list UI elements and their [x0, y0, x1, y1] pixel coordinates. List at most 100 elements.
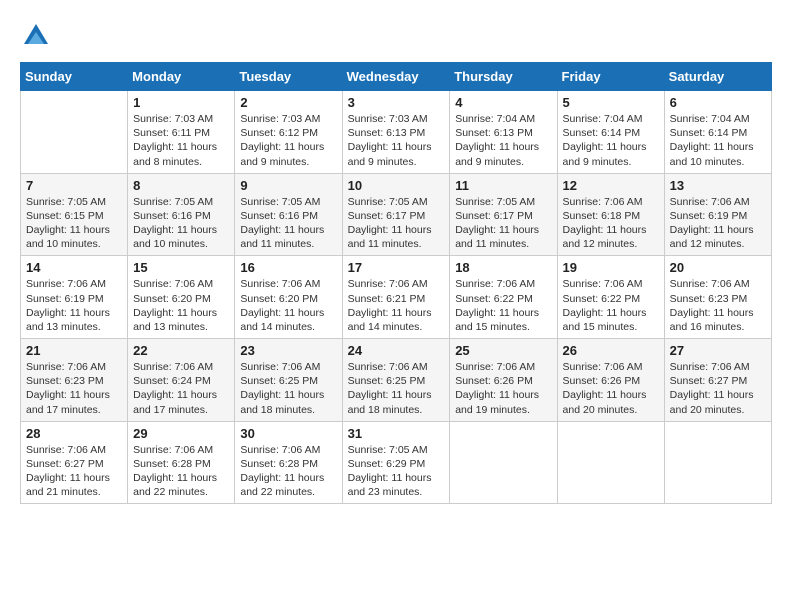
- calendar-cell: 30 Sunrise: 7:06 AMSunset: 6:28 PMDayligh…: [235, 421, 342, 504]
- calendar-cell: 26Sunrise: 7:06 AMSunset: 6:26 PMDayligh…: [557, 339, 664, 422]
- day-info: Sunrise: 7:06 AMSunset: 6:28 PMDaylight:…: [133, 443, 229, 500]
- day-number: 10: [348, 178, 445, 193]
- day-info: Sunrise: 7:05 AMSunset: 6:16 PMDaylight:…: [133, 195, 229, 252]
- day-info: Sunrise: 7:03 AMSunset: 6:11 PMDaylight:…: [133, 112, 229, 169]
- day-number: 7: [26, 178, 122, 193]
- day-info: Sunrise: 7:04 AMSunset: 6:14 PMDaylight:…: [670, 112, 766, 169]
- day-info: Sunrise: 7:06 AMSunset: 6:23 PMDaylight:…: [26, 360, 122, 417]
- day-number: 30: [240, 426, 336, 441]
- day-number: 6: [670, 95, 766, 110]
- day-header-friday: Friday: [557, 63, 664, 91]
- day-info: Sunrise: 7:06 AMSunset: 6:18 PMDaylight:…: [563, 195, 659, 252]
- day-info: Sunrise: 7:04 AMSunset: 6:13 PMDaylight:…: [455, 112, 551, 169]
- day-header-wednesday: Wednesday: [342, 63, 450, 91]
- day-info: Sunrise: 7:06 AMSunset: 6:19 PMDaylight:…: [670, 195, 766, 252]
- day-info: Sunrise: 7:06 AMSunset: 6:22 PMDaylight:…: [455, 277, 551, 334]
- day-number: 12: [563, 178, 659, 193]
- day-number: 1: [133, 95, 229, 110]
- day-number: 11: [455, 178, 551, 193]
- calendar-cell: [557, 421, 664, 504]
- day-info: Sunrise: 7:06 AMSunset: 6:20 PMDaylight:…: [240, 277, 336, 334]
- day-number: 5: [563, 95, 659, 110]
- calendar-cell: [21, 91, 128, 174]
- day-number: 4: [455, 95, 551, 110]
- calendar-cell: 10 Sunrise: 7:05 AMSunset: 6:17 PMDayligh…: [342, 173, 450, 256]
- calendar-cell: 5 Sunrise: 7:04 AMSunset: 6:14 PMDaylight…: [557, 91, 664, 174]
- day-header-sunday: Sunday: [21, 63, 128, 91]
- day-info: Sunrise: 7:05 AMSunset: 6:17 PMDaylight:…: [348, 195, 445, 252]
- day-info: Sunrise: 7:05 AMSunset: 6:15 PMDaylight:…: [26, 195, 122, 252]
- calendar-cell: 14Sunrise: 7:06 AMSunset: 6:19 PMDayligh…: [21, 256, 128, 339]
- calendar-cell: 23 Sunrise: 7:06 AMSunset: 6:25 PMDayligh…: [235, 339, 342, 422]
- day-info: Sunrise: 7:06 AMSunset: 6:21 PMDaylight:…: [348, 277, 445, 334]
- day-info: Sunrise: 7:06 AMSunset: 6:23 PMDaylight:…: [670, 277, 766, 334]
- logo: [20, 20, 56, 52]
- day-info: Sunrise: 7:06 AMSunset: 6:25 PMDaylight:…: [348, 360, 445, 417]
- calendar-cell: 22Sunrise: 7:06 AMSunset: 6:24 PMDayligh…: [128, 339, 235, 422]
- calendar-cell: 20 Sunrise: 7:06 AMSunset: 6:23 PMDayligh…: [664, 256, 771, 339]
- day-number: 22: [133, 343, 229, 358]
- calendar-cell: 19 Sunrise: 7:06 AMSunset: 6:22 PMDayligh…: [557, 256, 664, 339]
- calendar-cell: 29Sunrise: 7:06 AMSunset: 6:28 PMDayligh…: [128, 421, 235, 504]
- calendar-cell: 25 Sunrise: 7:06 AMSunset: 6:26 PMDayligh…: [450, 339, 557, 422]
- calendar-cell: 13Sunrise: 7:06 AMSunset: 6:19 PMDayligh…: [664, 173, 771, 256]
- day-number: 25: [455, 343, 551, 358]
- day-number: 16: [240, 260, 336, 275]
- calendar-cell: 18 Sunrise: 7:06 AMSunset: 6:22 PMDayligh…: [450, 256, 557, 339]
- calendar-cell: 7 Sunrise: 7:05 AMSunset: 6:15 PMDaylight…: [21, 173, 128, 256]
- day-header-saturday: Saturday: [664, 63, 771, 91]
- day-number: 19: [563, 260, 659, 275]
- day-info: Sunrise: 7:06 AMSunset: 6:20 PMDaylight:…: [133, 277, 229, 334]
- calendar-cell: [450, 421, 557, 504]
- day-number: 9: [240, 178, 336, 193]
- day-header-tuesday: Tuesday: [235, 63, 342, 91]
- calendar-cell: 9 Sunrise: 7:05 AMSunset: 6:16 PMDaylight…: [235, 173, 342, 256]
- day-info: Sunrise: 7:06 AMSunset: 6:28 PMDaylight:…: [240, 443, 336, 500]
- calendar-cell: 2 Sunrise: 7:03 AMSunset: 6:12 PMDaylight…: [235, 91, 342, 174]
- day-number: 8: [133, 178, 229, 193]
- day-number: 23: [240, 343, 336, 358]
- calendar-cell: 6 Sunrise: 7:04 AMSunset: 6:14 PMDaylight…: [664, 91, 771, 174]
- calendar-week-2: 7 Sunrise: 7:05 AMSunset: 6:15 PMDaylight…: [21, 173, 772, 256]
- page-header: [20, 20, 772, 52]
- calendar-week-5: 28 Sunrise: 7:06 AMSunset: 6:27 PMDayligh…: [21, 421, 772, 504]
- calendar-cell: 24 Sunrise: 7:06 AMSunset: 6:25 PMDayligh…: [342, 339, 450, 422]
- calendar-cell: 21Sunrise: 7:06 AMSunset: 6:23 PMDayligh…: [21, 339, 128, 422]
- calendar-week-4: 21Sunrise: 7:06 AMSunset: 6:23 PMDayligh…: [21, 339, 772, 422]
- day-info: Sunrise: 7:03 AMSunset: 6:12 PMDaylight:…: [240, 112, 336, 169]
- calendar-cell: 16 Sunrise: 7:06 AMSunset: 6:20 PMDayligh…: [235, 256, 342, 339]
- day-info: Sunrise: 7:04 AMSunset: 6:14 PMDaylight:…: [563, 112, 659, 169]
- day-info: Sunrise: 7:05 AMSunset: 6:16 PMDaylight:…: [240, 195, 336, 252]
- day-number: 28: [26, 426, 122, 441]
- calendar-cell: 8 Sunrise: 7:05 AMSunset: 6:16 PMDaylight…: [128, 173, 235, 256]
- day-number: 27: [670, 343, 766, 358]
- day-number: 17: [348, 260, 445, 275]
- day-number: 14: [26, 260, 122, 275]
- calendar-cell: 3Sunrise: 7:03 AMSunset: 6:13 PMDaylight…: [342, 91, 450, 174]
- day-number: 2: [240, 95, 336, 110]
- calendar-cell: 17 Sunrise: 7:06 AMSunset: 6:21 PMDayligh…: [342, 256, 450, 339]
- day-info: Sunrise: 7:06 AMSunset: 6:27 PMDaylight:…: [670, 360, 766, 417]
- day-number: 18: [455, 260, 551, 275]
- day-header-thursday: Thursday: [450, 63, 557, 91]
- logo-icon: [20, 20, 52, 52]
- calendar-week-3: 14Sunrise: 7:06 AMSunset: 6:19 PMDayligh…: [21, 256, 772, 339]
- calendar-cell: 4 Sunrise: 7:04 AMSunset: 6:13 PMDaylight…: [450, 91, 557, 174]
- calendar-header-row: SundayMondayTuesdayWednesdayThursdayFrid…: [21, 63, 772, 91]
- calendar-cell: 27 Sunrise: 7:06 AMSunset: 6:27 PMDayligh…: [664, 339, 771, 422]
- day-number: 15: [133, 260, 229, 275]
- calendar-cell: 31 Sunrise: 7:05 AMSunset: 6:29 PMDayligh…: [342, 421, 450, 504]
- day-info: Sunrise: 7:06 AMSunset: 6:25 PMDaylight:…: [240, 360, 336, 417]
- day-info: Sunrise: 7:06 AMSunset: 6:22 PMDaylight:…: [563, 277, 659, 334]
- day-header-monday: Monday: [128, 63, 235, 91]
- day-number: 31: [348, 426, 445, 441]
- day-info: Sunrise: 7:06 AMSunset: 6:27 PMDaylight:…: [26, 443, 122, 500]
- calendar-cell: 12 Sunrise: 7:06 AMSunset: 6:18 PMDayligh…: [557, 173, 664, 256]
- day-info: Sunrise: 7:05 AMSunset: 6:29 PMDaylight:…: [348, 443, 445, 500]
- calendar-cell: 15 Sunrise: 7:06 AMSunset: 6:20 PMDayligh…: [128, 256, 235, 339]
- day-number: 24: [348, 343, 445, 358]
- day-info: Sunrise: 7:05 AMSunset: 6:17 PMDaylight:…: [455, 195, 551, 252]
- day-number: 20: [670, 260, 766, 275]
- day-info: Sunrise: 7:06 AMSunset: 6:26 PMDaylight:…: [455, 360, 551, 417]
- calendar-cell: 11 Sunrise: 7:05 AMSunset: 6:17 PMDayligh…: [450, 173, 557, 256]
